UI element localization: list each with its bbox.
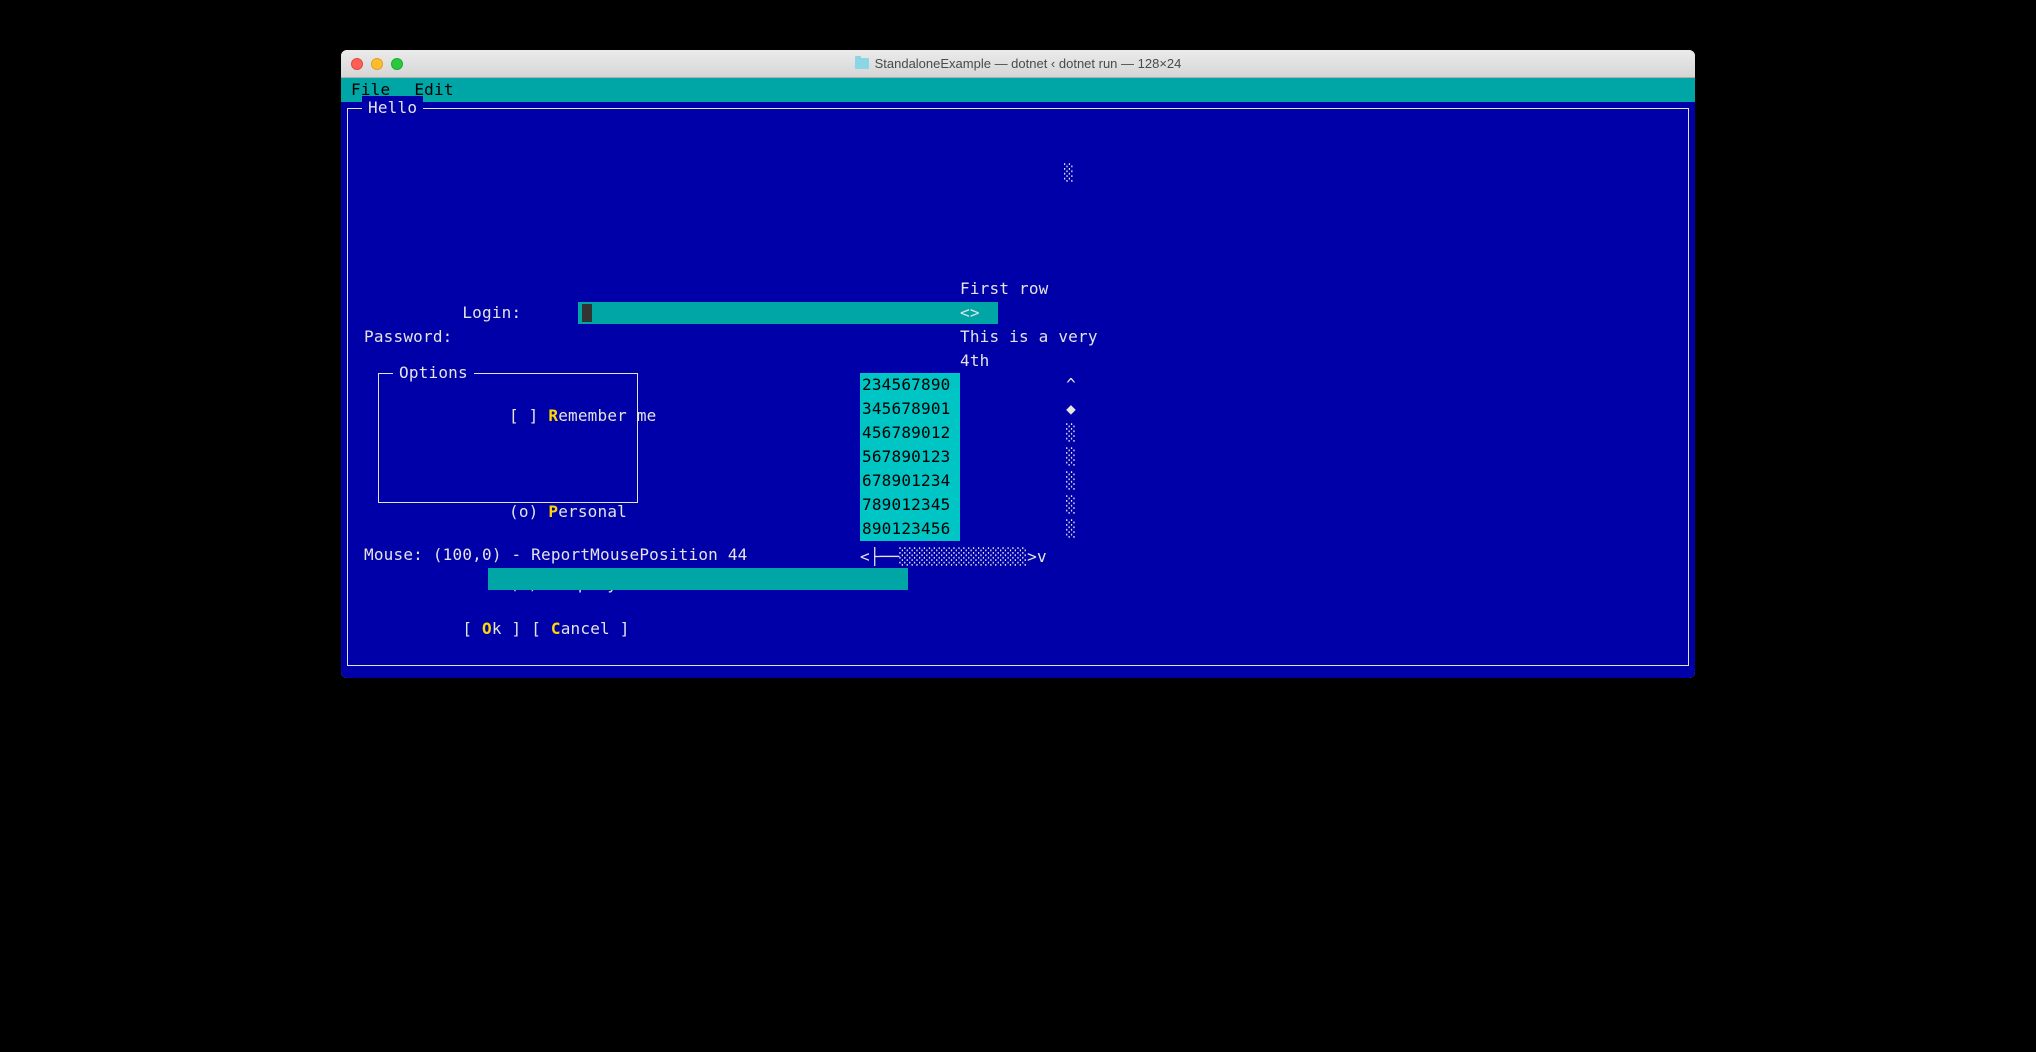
- close-icon[interactable]: [351, 58, 363, 70]
- button-row: [ Ok ] [ Cancel ]: [364, 593, 630, 665]
- window-title: StandaloneExample — dotnet ‹ dotnet run …: [341, 56, 1695, 71]
- scroll-track[interactable]: ░: [1064, 517, 1078, 541]
- scroll-track[interactable]: ░: [1064, 421, 1078, 445]
- scroll-thumb-icon[interactable]: ◆: [1064, 397, 1078, 421]
- traffic-lights: [351, 58, 403, 70]
- main-frame: Hello ░ Login: First row <> This is a ve…: [347, 108, 1689, 666]
- ok-button[interactable]: [ Ok ]: [462, 619, 521, 638]
- password-label: Password:: [364, 325, 453, 349]
- list-item[interactable]: 890123456: [860, 517, 960, 541]
- folder-icon: [855, 58, 869, 69]
- terminal-area[interactable]: File Edit Hello ░ Login: First row <>: [341, 78, 1695, 678]
- list-row-4[interactable]: 4th: [960, 349, 990, 373]
- scroll-track[interactable]: ░: [1064, 445, 1078, 469]
- scroll-track[interactable]: ░: [1064, 469, 1078, 493]
- scroll-listbox[interactable]: 234567890 345678901 456789012 567890123 …: [860, 373, 960, 541]
- options-frame: Options [ ] Remember me (o) Personal ( )…: [378, 373, 638, 503]
- horizontal-scrollbar[interactable]: <├──░░░░░░░░░░░░░>v: [860, 545, 1047, 569]
- checkbox-remember[interactable]: [ ] Remember me: [391, 380, 625, 452]
- list-item[interactable]: 456789012: [860, 421, 960, 445]
- top-scroll-glyph[interactable]: ░: [1064, 161, 1074, 185]
- zoom-icon[interactable]: [391, 58, 403, 70]
- login-input[interactable]: [578, 302, 998, 324]
- list-item[interactable]: 567890123: [860, 445, 960, 469]
- options-spacer: [391, 452, 625, 476]
- content-area: ░ Login: First row <> This is a very 4th…: [348, 109, 1688, 665]
- list-row-3[interactable]: This is a very: [960, 325, 1098, 349]
- scroll-up-icon[interactable]: ^: [1064, 373, 1078, 397]
- list-row-1[interactable]: First row: [960, 277, 1049, 301]
- text-cursor-icon: [582, 304, 592, 322]
- vertical-scrollbar[interactable]: ^ ◆ ░ ░ ░ ░ ░: [1064, 373, 1078, 541]
- titlebar[interactable]: StandaloneExample — dotnet ‹ dotnet run …: [341, 50, 1695, 78]
- list-item[interactable]: 345678901: [860, 397, 960, 421]
- menubar[interactable]: File Edit: [341, 78, 1695, 102]
- radio-personal[interactable]: (o) Personal: [391, 476, 625, 548]
- mouse-status: Mouse: (100,0) - ReportMousePosition 44: [364, 543, 747, 567]
- options-title: Options: [393, 361, 474, 385]
- terminal-window: StandaloneExample — dotnet ‹ dotnet run …: [341, 50, 1695, 678]
- list-item[interactable]: 234567890: [860, 373, 960, 397]
- progress-bar: [488, 568, 908, 590]
- scroll-track[interactable]: ░: [1064, 493, 1078, 517]
- list-item[interactable]: 678901234: [860, 469, 960, 493]
- window-title-text: StandaloneExample — dotnet ‹ dotnet run …: [875, 56, 1182, 71]
- minimize-icon[interactable]: [371, 58, 383, 70]
- login-input-wrap[interactable]: [480, 276, 998, 348]
- list-row-2[interactable]: <>: [960, 301, 980, 325]
- cancel-button[interactable]: [ Cancel ]: [531, 619, 629, 638]
- list-item[interactable]: 789012345: [860, 493, 960, 517]
